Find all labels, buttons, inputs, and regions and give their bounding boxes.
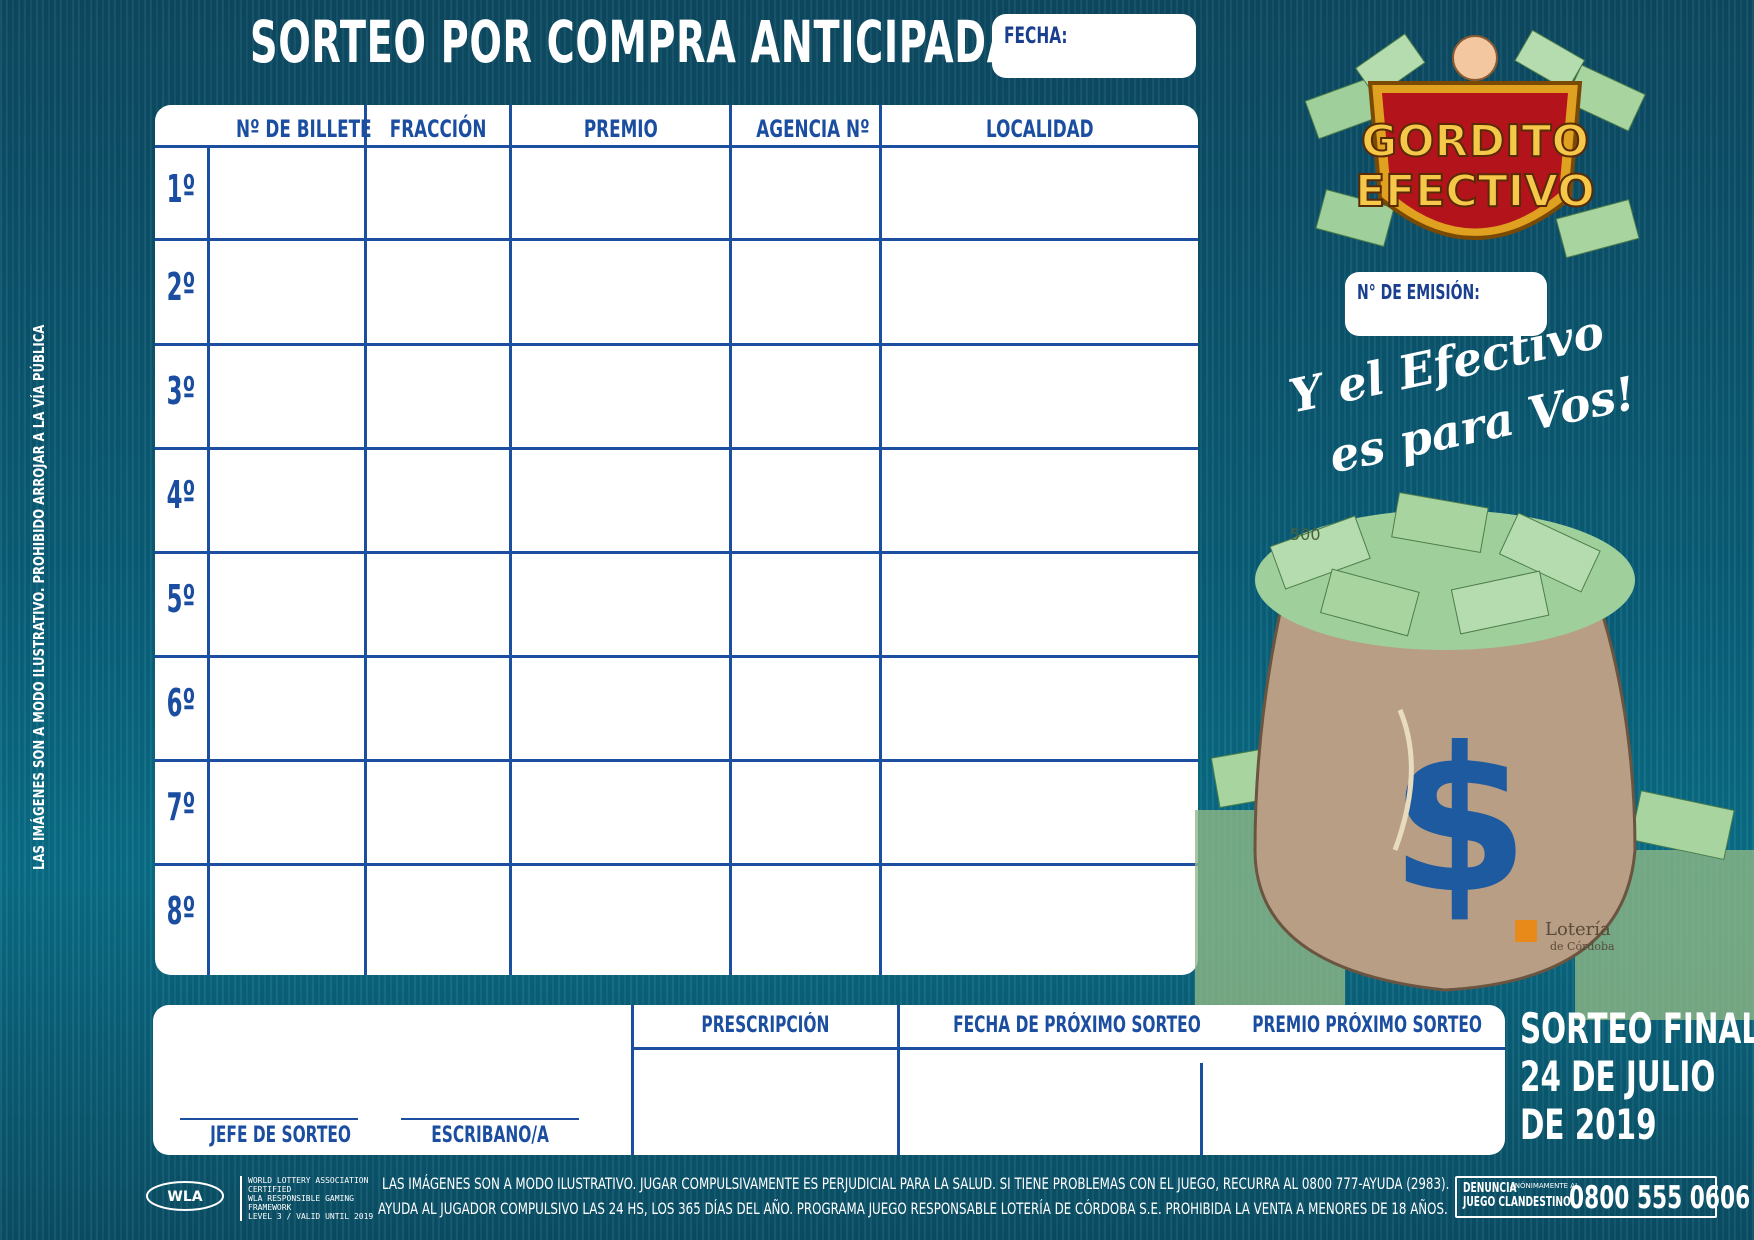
hotline-number: 0800 555 0606 <box>1569 1180 1751 1216</box>
signature-panel: JEFE DE SORTEO ESCRIBANO/A PRESCRIPCIÓN … <box>153 1005 1505 1155</box>
final-draw-line-3: DE 2019 <box>1520 1100 1657 1149</box>
row-number: 6º <box>166 681 196 725</box>
row-number: 2º <box>166 265 196 309</box>
wla-certification: WORLD LOTTERY ASSOCIATION CERTIFIED WLA … <box>240 1176 373 1221</box>
thumbs-up-icon <box>1452 35 1498 81</box>
money-bag-illustration: 500 $ Lotería de Córdoba <box>1195 491 1754 1020</box>
column-header-locality: LOCALIDAD <box>986 115 1094 143</box>
wla-logo: WLA <box>146 1181 224 1211</box>
final-draw-line-1: SORTEO FINAL <box>1520 1004 1754 1053</box>
prescription-label: PRESCRIPCIÓN <box>701 1013 830 1038</box>
next-draw-date-label: FECHA DE PRÓXIMO SORTEO <box>953 1013 1201 1038</box>
legal-text-line-1: LAS IMÁGENES SON A MODO ILUSTRATIVO. JUG… <box>382 1174 1450 1193</box>
row-divider <box>155 759 1198 762</box>
next-draw-prize-label: PREMIO PRÓXIMO SORTEO <box>1252 1013 1482 1038</box>
column-header-ticket: Nº DE BILLETE <box>236 115 372 143</box>
side-disclaimer: LAS IMÁGENES SON A MODO ILUSTRATIVO. PRO… <box>30 324 48 870</box>
row-divider <box>155 447 1198 450</box>
logo-line-2: EFECTIVO <box>1355 166 1595 217</box>
panel-divider <box>1200 1063 1203 1155</box>
date-field[interactable]: FECHA: <box>992 14 1196 78</box>
legal-text-line-2: AYUDA AL JUGADOR COMPULSIVO LAS 24 HS, L… <box>378 1199 1448 1218</box>
column-header-fraction: FRACCIÓN <box>389 115 487 143</box>
date-label: FECHA: <box>1004 24 1068 49</box>
row-divider <box>155 343 1198 346</box>
svg-text:WLA: WLA <box>167 1189 202 1205</box>
page-title: SORTEO POR COMPRA ANTICIPADA <box>250 8 1018 76</box>
row-number: 8º <box>166 889 196 933</box>
row-divider <box>155 238 1198 241</box>
banknote-pile-icon: 500 <box>1255 491 1635 650</box>
signature-line-escribano <box>401 1118 579 1120</box>
row-divider <box>155 551 1198 554</box>
row-divider <box>155 145 1198 148</box>
row-divider <box>155 863 1198 866</box>
panel-header-divider <box>631 1047 1505 1050</box>
column-header-prize: PREMIO <box>583 115 658 143</box>
escribano-label: ESCRIBANO/A <box>431 1123 549 1148</box>
sponsor-line-2: de Córdoba <box>1550 940 1615 953</box>
row-divider <box>155 655 1198 658</box>
results-table: Nº DE BILLETE FRACCIÓN PREMIO AGENCIA Nº… <box>155 105 1198 975</box>
final-draw-line-2: 24 DE JULIO <box>1520 1052 1716 1101</box>
bill-denomination: 500 <box>1290 525 1321 544</box>
hotline-box: DENUNCIA JUEGO CLANDESTINO ANÓNIMAMENTE … <box>1455 1176 1750 1218</box>
row-number: 5º <box>166 577 196 621</box>
emission-number-label: N° DE EMISIÓN: <box>1357 280 1480 304</box>
column-divider <box>879 105 882 975</box>
gordito-efectivo-logo: GORDITO EFECTIVO <box>1304 29 1646 259</box>
row-number: 3º <box>166 369 196 413</box>
column-header-agency: AGENCIA Nº <box>756 115 870 143</box>
column-divider <box>729 105 732 975</box>
row-number: 1º <box>166 167 196 211</box>
sponsor-line-1: Lotería <box>1545 919 1611 940</box>
column-divider <box>207 148 210 975</box>
signature-line-jefe <box>180 1118 358 1120</box>
jefe-de-sorteo-label: JEFE DE SORTEO <box>210 1123 351 1148</box>
row-number: 4º <box>166 473 196 517</box>
column-divider <box>364 105 367 975</box>
column-divider <box>509 105 512 975</box>
final-draw-date: SORTEO FINAL 24 DE JULIO DE 2019 <box>1520 1005 1754 1149</box>
logo-line-1: GORDITO <box>1361 116 1589 167</box>
row-number: 7º <box>166 785 196 829</box>
